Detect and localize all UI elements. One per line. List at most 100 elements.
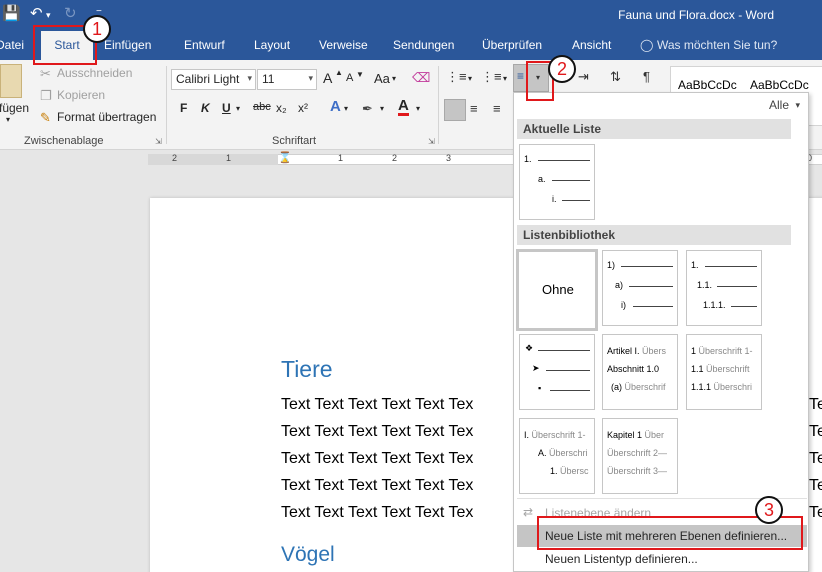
tab-review[interactable]: Überprüfen: [482, 38, 542, 52]
level-line: [538, 350, 590, 351]
level-label: i.: [552, 194, 557, 204]
paste-icon[interactable]: [0, 64, 22, 98]
align-right-icon[interactable]: ≡: [493, 101, 501, 116]
level-line: [552, 180, 590, 181]
tab-mailings[interactable]: Sendungen: [393, 38, 454, 52]
tab-view[interactable]: Ansicht: [572, 38, 611, 52]
highlighter-icon[interactable]: ✒: [362, 101, 373, 117]
chevron-down-icon[interactable]: ▾: [380, 104, 384, 113]
tab-file[interactable]: Datei: [0, 38, 24, 52]
shrink-font-arrow-icon: ▼: [356, 70, 364, 79]
level-line: [731, 306, 757, 307]
level-label: 1.1.: [697, 280, 713, 290]
align-center-icon[interactable]: ≡: [470, 101, 478, 116]
list-none-thumbnail[interactable]: Ohne: [516, 249, 598, 331]
italic-button[interactable]: K: [201, 101, 210, 115]
body-text-overflow: Tex: [809, 423, 822, 440]
clipboard-group-label: Zwischenablage: [24, 135, 104, 147]
text-effects-button[interactable]: A: [330, 98, 341, 115]
filter-dropdown[interactable]: Alle: [769, 98, 789, 112]
ruler-number: 1: [226, 153, 232, 163]
list-library-item[interactable]: ❖ ➤ ▪: [519, 334, 595, 410]
bullets-icon[interactable]: ⋮≡: [446, 69, 467, 85]
subscript-button[interactable]: x₂: [276, 101, 287, 115]
chevron-down-icon[interactable]: ▾: [236, 104, 240, 113]
style-normal[interactable]: AaBbCcDc: [678, 78, 737, 92]
ruler-number: 2: [172, 153, 178, 163]
section-current-list: Aktuelle Liste: [517, 119, 791, 139]
change-case-button[interactable]: Aa: [374, 71, 390, 86]
sort-icon[interactable]: ⇅: [610, 69, 621, 85]
level-label: Überschrift 2—: [607, 448, 668, 458]
font-color-button[interactable]: A: [398, 98, 409, 116]
chevron-down-icon[interactable]: ▾: [795, 100, 800, 111]
level-label: 1.1 Überschrift: [691, 364, 750, 374]
ruler-number: 3: [446, 153, 452, 163]
level-line: [538, 160, 590, 161]
copy-icon: ❐: [40, 88, 52, 103]
section-list-library: Listenbibliothek: [517, 225, 791, 245]
list-library-item[interactable]: Artikel I. Übers Abschnitt 1.0 (a) Übers…: [602, 334, 678, 410]
paste-button[interactable]: fügen: [0, 101, 29, 115]
copy-button[interactable]: Kopieren: [57, 88, 105, 102]
chevron-down-icon[interactable]: ▾: [247, 73, 252, 84]
define-new-list-style-item[interactable]: Neuen Listentyp definieren...: [517, 548, 807, 570]
body-text-line: Text Text Text Text Text Tex: [281, 450, 474, 467]
paste-dropdown-icon[interactable]: ▾: [6, 115, 10, 124]
chevron-down-icon[interactable]: ▾: [392, 74, 396, 83]
heading-voegel: Vögel: [281, 543, 335, 566]
body-text-line: Text Text Text Text Text Tex: [281, 477, 474, 494]
level-line: [629, 286, 673, 287]
font-name-combo[interactable]: Calibri Light ▾: [171, 69, 256, 90]
chevron-down-icon[interactable]: ▾: [416, 104, 420, 113]
list-library-item[interactable]: Kapitel 1 Über Überschrift 2— Überschrif…: [602, 418, 678, 494]
tab-insert[interactable]: Einfügen: [104, 38, 151, 52]
cut-button[interactable]: Ausschneiden: [57, 66, 132, 80]
shrink-font-button[interactable]: A: [346, 72, 353, 84]
title-bar: 💾 ↶ ▾ ↻ − Fauna und Flora.docx - Word: [0, 0, 822, 31]
format-painter-button[interactable]: Format übertragen: [57, 110, 156, 124]
style-no-spacing[interactable]: AaBbCcDc: [750, 78, 809, 92]
font-name-value: Calibri Light: [176, 72, 240, 86]
list-library-item[interactable]: 1 Überschrift 1- 1.1 Überschrift 1.1.1 Ü…: [686, 334, 762, 410]
ribbon-separator: [438, 66, 439, 144]
superscript-button[interactable]: x²: [298, 101, 308, 115]
redo-icon[interactable]: ↻: [64, 4, 77, 22]
define-new-list-style-label: Neuen Listentyp definieren...: [545, 552, 698, 566]
undo-icon[interactable]: ↶: [30, 4, 43, 22]
chevron-down-icon[interactable]: ▾: [468, 74, 472, 83]
pilcrow-icon[interactable]: ¶: [643, 69, 650, 84]
chevron-down-icon[interactable]: ▾: [308, 73, 313, 84]
clipboard-launcher-icon[interactable]: ⇲: [155, 137, 162, 146]
chevron-down-icon[interactable]: ▾: [344, 104, 348, 113]
list-library-item[interactable]: 1) a) i): [602, 250, 678, 326]
current-list-thumbnail[interactable]: 1. a. i.: [519, 144, 595, 220]
strikethrough-button[interactable]: abc: [253, 101, 271, 113]
chevron-down-icon[interactable]: ▾: [503, 74, 507, 83]
list-library-item[interactable]: 1. 1.1. 1.1.1.: [686, 250, 762, 326]
level-line: [705, 266, 757, 267]
change-level-icon: ⇄: [523, 505, 534, 519]
tab-references[interactable]: Verweise: [319, 38, 368, 52]
bold-button[interactable]: F: [180, 101, 187, 115]
numbering-icon[interactable]: ⋮≡: [481, 69, 502, 85]
font-size-combo[interactable]: 11 ▾: [257, 69, 317, 90]
tell-me-search[interactable]: Was möchten Sie tun?: [657, 38, 777, 52]
save-icon[interactable]: 💾: [2, 4, 21, 22]
level-line: [621, 266, 673, 267]
tab-layout[interactable]: Layout: [254, 38, 290, 52]
clear-formatting-icon[interactable]: ⌫: [412, 70, 430, 86]
underline-button[interactable]: U: [222, 101, 231, 115]
tab-design[interactable]: Entwurf: [184, 38, 225, 52]
list-library-item[interactable]: I. Überschrift 1- A. Überschri 1. Übersc: [519, 418, 595, 494]
level-label: 1.: [524, 154, 532, 164]
indent-marker-icon[interactable]: ⌛: [278, 151, 292, 164]
ribbon-tab-bar: Datei Start Einfügen Entwurf Layout Verw…: [0, 31, 822, 60]
font-launcher-icon[interactable]: ⇲: [428, 137, 435, 146]
increase-indent-icon[interactable]: ⇥: [578, 69, 589, 85]
undo-dropdown-icon[interactable]: ▾: [46, 10, 51, 21]
grow-font-button[interactable]: A: [323, 70, 332, 86]
level-label: 1 Überschrift 1-: [691, 346, 753, 356]
ruler-number: 2: [392, 153, 398, 163]
ruler-margin: [148, 154, 278, 165]
